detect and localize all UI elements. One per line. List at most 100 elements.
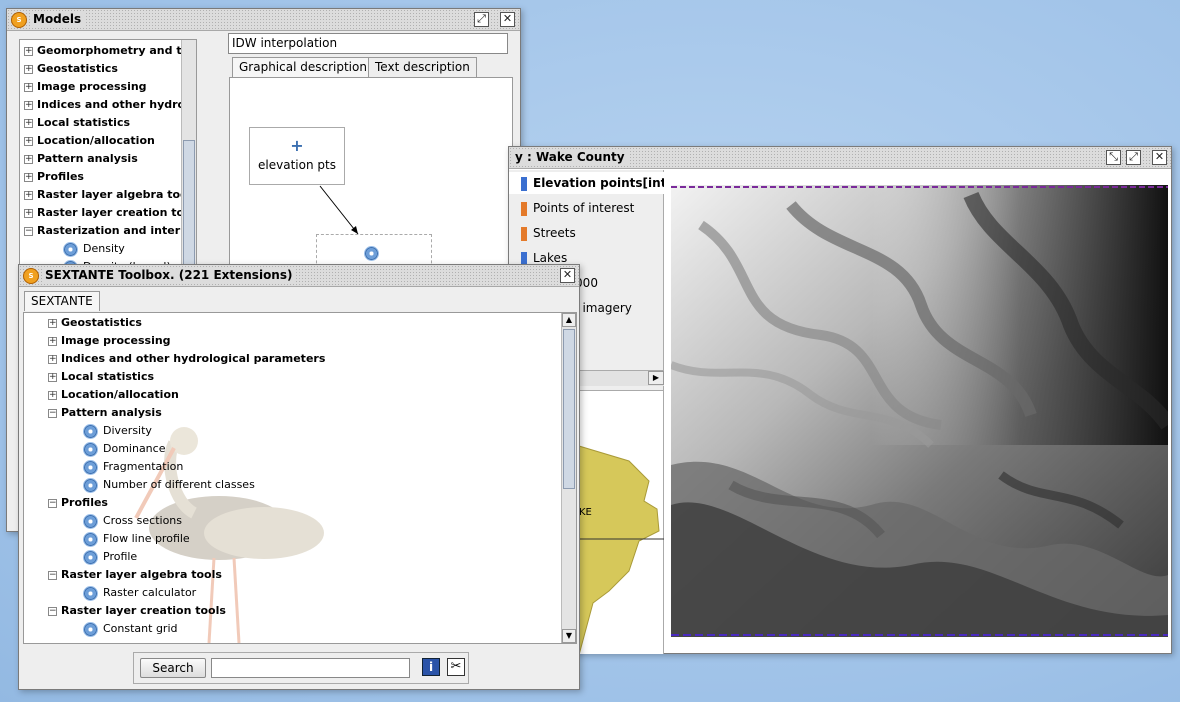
- sextante-app-icon: S: [23, 268, 39, 284]
- expand-icon[interactable]: +: [24, 136, 33, 146]
- models-titlebar[interactable]: S Models ⤢ ✕: [7, 9, 520, 31]
- toolbox-tree-panel: + Geostatistics + Image processing + Indices …: [23, 312, 577, 644]
- scroll-up-icon[interactable]: ▲: [562, 313, 576, 327]
- tree-group-row[interactable]: + Pattern analysis: [24, 150, 138, 168]
- expand-icon[interactable]: +: [24, 172, 33, 182]
- gear-icon: [84, 622, 97, 636]
- tab-sextante[interactable]: SEXTANTE: [24, 291, 100, 311]
- tree-item-label: Flow line profile: [103, 532, 190, 545]
- search-button[interactable]: Search: [140, 658, 206, 678]
- tree-group-row[interactable]: + Geostatistics: [24, 60, 118, 78]
- settings-tools-icon[interactable]: ✂: [447, 658, 465, 676]
- map-canvas[interactable]: [671, 185, 1168, 637]
- restore-icon[interactable]: ⤡: [1106, 150, 1121, 165]
- tree-group-row[interactable]: − Rasterization and interpo: [24, 222, 196, 240]
- collapse-icon[interactable]: −: [48, 606, 57, 616]
- collapse-icon[interactable]: −: [48, 498, 57, 508]
- tree-group-label: Raster layer algebra tools: [61, 568, 222, 581]
- tree-group-row[interactable]: + Local statistics: [24, 114, 130, 132]
- tree-group-label: Indices and other hydrological parameter…: [61, 352, 326, 365]
- tree-item-row[interactable]: Constant grid: [84, 620, 178, 638]
- close-icon[interactable]: ✕: [500, 12, 515, 27]
- expand-icon[interactable]: +: [24, 190, 33, 200]
- close-icon[interactable]: ✕: [1152, 150, 1167, 165]
- tab-text-description[interactable]: Text description: [368, 57, 477, 77]
- scroll-right-icon[interactable]: ▶: [648, 371, 664, 385]
- tree-group-row[interactable]: + Local statistics: [48, 368, 154, 386]
- close-icon[interactable]: ✕: [560, 268, 575, 283]
- expand-icon[interactable]: +: [24, 208, 33, 218]
- tree-group-row[interactable]: − Raster layer creation tools: [48, 602, 226, 620]
- expand-icon[interactable]: +: [24, 64, 33, 74]
- view-titlebar[interactable]: y : Wake County ⤡ ⤢ ✕: [509, 147, 1171, 169]
- tree-group-row[interactable]: + Location/allocation: [48, 386, 179, 404]
- layer-name: Points of interest: [533, 201, 635, 215]
- tree-item-row[interactable]: Number of different classes: [84, 476, 255, 494]
- tree-item-row[interactable]: Flow line profile: [84, 530, 190, 548]
- tree-item-row[interactable]: Cross sections: [84, 512, 182, 530]
- expand-icon[interactable]: +: [24, 46, 33, 56]
- model-name-field[interactable]: IDW interpolation: [228, 33, 508, 54]
- tree-group-row[interactable]: − Pattern analysis: [48, 404, 162, 422]
- expand-icon[interactable]: +: [48, 354, 57, 364]
- scroll-down-icon[interactable]: ▼: [562, 629, 576, 643]
- tree-group-label: Indices and other hydrolo: [37, 98, 197, 111]
- expand-icon[interactable]: +: [24, 118, 33, 128]
- tree-item-row[interactable]: Profile: [84, 548, 137, 566]
- collapse-icon[interactable]: −: [48, 570, 57, 580]
- tree-group-label: Raster layer creation tools: [61, 604, 226, 617]
- model-name-value: IDW interpolation: [232, 36, 338, 50]
- search-button-label: Search: [152, 661, 194, 675]
- search-input[interactable]: [211, 658, 410, 678]
- tree-group-row[interactable]: + Indices and other hydrological paramete…: [48, 350, 325, 368]
- tree-item-label: Diversity: [103, 424, 152, 437]
- tree-group-row[interactable]: + Raster layer algebra tools: [24, 186, 196, 204]
- expand-icon[interactable]: +: [48, 390, 57, 400]
- tab-graphical-description[interactable]: Graphical description: [232, 57, 374, 77]
- scrollbar-thumb[interactable]: [563, 329, 575, 489]
- expand-icon[interactable]: +: [24, 154, 33, 164]
- tree-item-label: Cross sections: [103, 514, 182, 527]
- expand-icon[interactable]: +: [48, 318, 57, 328]
- tree-group-row[interactable]: + Geomorphometry and ter: [24, 42, 194, 60]
- tree-group-row[interactable]: − Raster layer algebra tools: [48, 566, 222, 584]
- gear-icon: [84, 586, 97, 600]
- layer-item[interactable]: Points of interest: [509, 197, 664, 219]
- scrollbar-thumb[interactable]: [183, 140, 195, 270]
- tree-group-label: Local statistics: [37, 116, 131, 129]
- layer-item[interactable]: Streets: [509, 222, 664, 244]
- gear-icon: [64, 242, 77, 256]
- info-icon-glyph: i: [428, 660, 434, 674]
- expand-icon[interactable]: +: [24, 82, 33, 92]
- tree-item-row[interactable]: Diversity: [84, 422, 152, 440]
- tree-group-label: Pattern analysis: [37, 152, 138, 165]
- tree-group-label: Location/allocation: [37, 134, 155, 147]
- layer-item[interactable]: Elevation points[inte: [509, 172, 664, 194]
- tree-group-row[interactable]: + Image processing: [48, 332, 171, 350]
- maximize-icon[interactable]: ⤢: [1126, 150, 1141, 165]
- tree-group-row[interactable]: + Profiles: [24, 168, 84, 186]
- tree-group-row[interactable]: + Image processing: [24, 78, 147, 96]
- tree-group-row[interactable]: + Geostatistics: [48, 314, 142, 332]
- expand-icon[interactable]: +: [48, 336, 57, 346]
- tree-group-row[interactable]: + Raster layer creation tool: [24, 204, 195, 222]
- toolbox-titlebar[interactable]: S SEXTANTE Toolbox. (221 Extensions) ✕: [19, 265, 579, 287]
- collapse-icon[interactable]: −: [48, 408, 57, 418]
- toolbox-scrollbar[interactable]: ▲ ▼: [561, 313, 576, 643]
- maximize-icon[interactable]: ⤢: [474, 12, 489, 27]
- info-icon[interactable]: i: [422, 658, 440, 676]
- tree-group-row[interactable]: + Location/allocation: [24, 132, 155, 150]
- expand-icon[interactable]: +: [24, 100, 33, 110]
- tree-item-row[interactable]: Raster calculator: [84, 584, 196, 602]
- tree-group-row[interactable]: + Indices and other hydrolo: [24, 96, 196, 114]
- tree-group-row[interactable]: − Profiles: [48, 494, 108, 512]
- expand-icon[interactable]: +: [48, 372, 57, 382]
- tree-item-row[interactable]: Density: [64, 240, 125, 258]
- tree-item-label: Raster calculator: [103, 586, 197, 599]
- tree-item-row[interactable]: Dominance: [84, 440, 165, 458]
- gear-icon: [84, 442, 97, 456]
- collapse-icon[interactable]: −: [24, 226, 33, 236]
- tree-item-label: Profile: [103, 550, 138, 563]
- tree-item-row[interactable]: Fragmentation: [84, 458, 183, 476]
- tree-item-label: Dominance: [103, 442, 166, 455]
